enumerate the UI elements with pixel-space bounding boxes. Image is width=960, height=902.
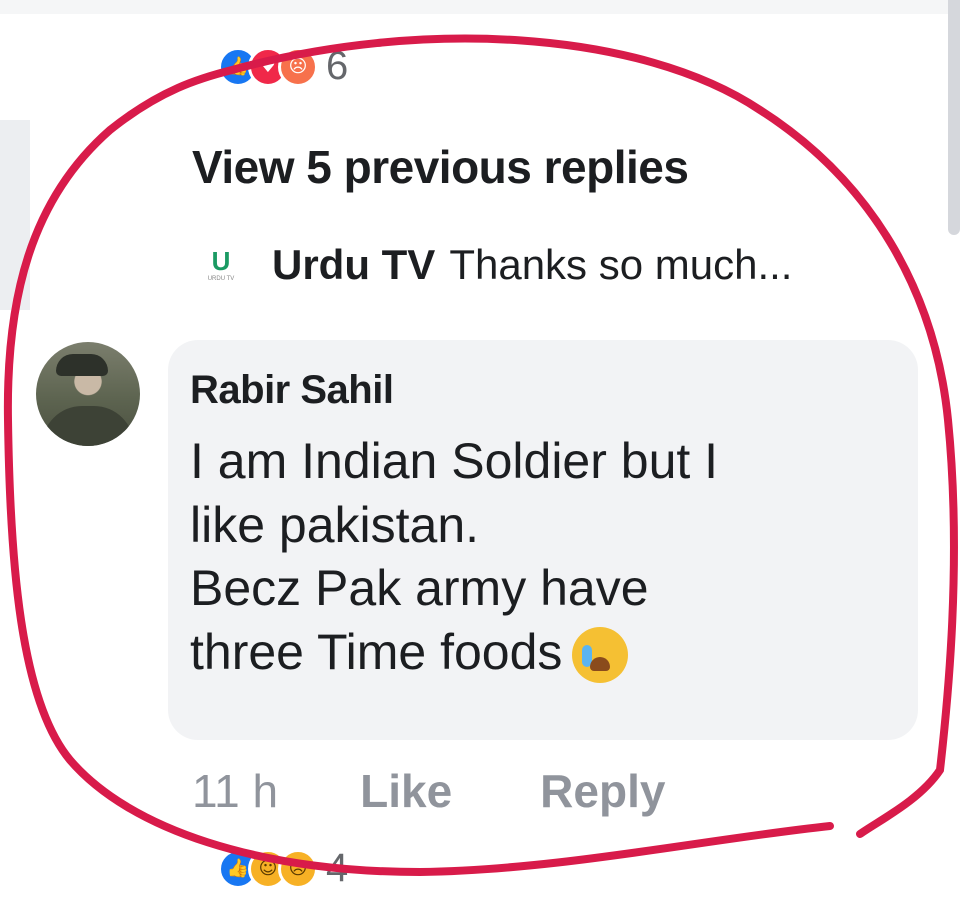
reply-button[interactable]: Reply	[540, 764, 665, 818]
comment-actions: 11 h Like Reply	[192, 764, 665, 818]
sad-icon: ☹	[278, 848, 318, 889]
previous-comment-sliver	[0, 0, 960, 14]
logo-letter: U	[211, 246, 231, 276]
angry-icon: ☹	[278, 46, 318, 87]
comment-line: Becz Pak army have	[190, 560, 649, 616]
reaction-count: 4	[326, 846, 349, 890]
comment-line: like pakistan.	[190, 496, 480, 553]
reply-author-name[interactable]: Urdu TV	[272, 241, 435, 289]
urdu-tv-logo: U URDU TV	[190, 240, 252, 290]
scrollbar[interactable]	[948, 0, 960, 235]
reaction-count: 6	[326, 44, 349, 88]
like-button[interactable]: Like	[360, 764, 452, 818]
comment-line-last: three Time foods	[190, 621, 890, 685]
avatar-cap	[56, 354, 108, 376]
reply-preview-text: Thanks so much...	[449, 241, 793, 288]
comment-line: I am Indian Soldier but I	[190, 433, 719, 489]
reply-preview[interactable]: U URDU TV Urdu TV Thanks so much...	[190, 240, 793, 290]
avatar-body	[42, 406, 134, 446]
crying-laughing-icon	[572, 627, 629, 684]
reaction-summary-top[interactable]: 👍 ♥ ☹ 6	[218, 44, 348, 89]
avatar[interactable]	[36, 342, 140, 446]
view-previous-replies-link[interactable]: View 5 previous replies	[192, 140, 689, 194]
reaction-summary-bottom[interactable]: 👍 ☺ ☹ 4	[218, 846, 348, 891]
thread-indent-bar	[0, 120, 30, 310]
logo-caption: URDU TV	[207, 276, 235, 282]
comment-author-name[interactable]: Rabir Sahil	[190, 368, 394, 413]
comment-timestamp[interactable]: 11 h	[192, 764, 278, 818]
comment-text: I am Indian Soldier but I like pakistan.…	[190, 430, 890, 684]
comment-line: three Time foods	[190, 623, 563, 680]
